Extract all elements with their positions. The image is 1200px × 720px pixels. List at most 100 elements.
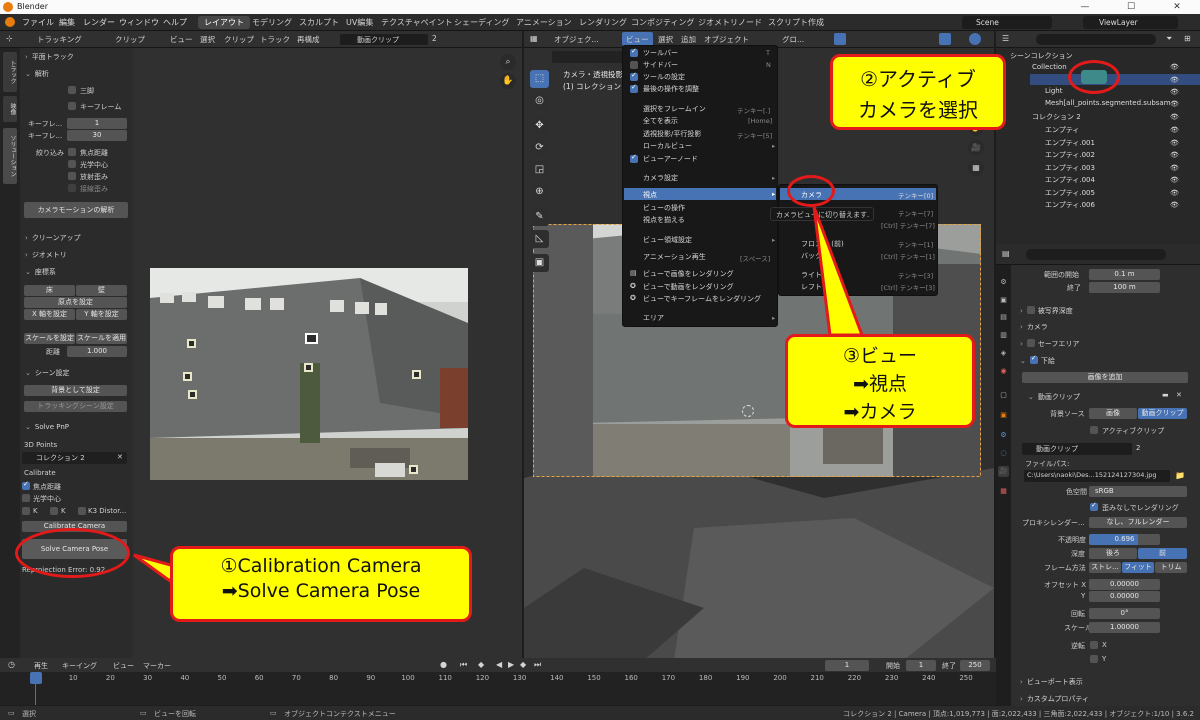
clip-selector[interactable]: 動画クリップ	[340, 34, 428, 45]
outliner-item[interactable]: エンプティ	[1045, 125, 1079, 135]
outliner-item[interactable]: Collection	[1032, 63, 1067, 71]
outliner-scene-collection[interactable]: シーンコレクション	[1010, 51, 1073, 61]
calibrate-focal-checkbox[interactable]	[22, 480, 30, 490]
remove-bg-icon[interactable]: ✕	[1176, 391, 1182, 399]
view-menu-adjust-last[interactable]: 最後の操作を調整	[643, 84, 699, 94]
rotate-tool-icon[interactable]: ⟳	[530, 139, 549, 157]
view-menu-camera-settings[interactable]: カメラ設定	[643, 173, 678, 183]
outliner-item[interactable]: コレクション 2	[1032, 112, 1081, 122]
keyframe-b-field[interactable]: 30	[67, 130, 127, 141]
menu-playback[interactable]: 再生	[34, 661, 48, 671]
visibility-eye-icon[interactable]: 👁	[1170, 126, 1179, 134]
refine-tangential-checkbox[interactable]	[68, 184, 76, 192]
depth-front-button[interactable]: 前	[1138, 548, 1187, 559]
texture-tab-icon[interactable]: ▦	[998, 486, 1009, 497]
shading-solid-icon[interactable]	[969, 33, 981, 45]
tab-track[interactable]: トラック	[3, 52, 17, 92]
object-mode-dropdown[interactable]: オブジェク...	[554, 34, 599, 45]
maximize-icon[interactable]: ☐	[1108, 0, 1154, 14]
visibility-eye-icon[interactable]: 👁	[1170, 139, 1179, 147]
folder-icon[interactable]: 📁	[1175, 471, 1185, 480]
view-menu-frame-all[interactable]: 全てを表示	[643, 116, 678, 126]
frame-crop-button[interactable]: トリム	[1155, 562, 1187, 573]
section-plane-track[interactable]: › 平面トラック	[25, 52, 74, 62]
clip-end-field[interactable]: 100 m	[1089, 282, 1160, 293]
tool-settings-checkbox[interactable]	[630, 71, 638, 81]
outliner-editor-icon[interactable]: ☰	[1002, 34, 1009, 43]
output-tab-icon[interactable]: ▤	[998, 312, 1009, 323]
frame-stretch-button[interactable]: ストレ...	[1089, 562, 1121, 573]
outliner-item[interactable]: Light	[1045, 87, 1062, 95]
section-viewport-display[interactable]: › ビューポート表示	[1020, 677, 1083, 687]
toolbar-checkbox[interactable]	[630, 47, 638, 57]
opacity-slider[interactable]: 0.696	[1089, 534, 1160, 545]
solve-camera-motion-button[interactable]: カメラモーションの解析	[24, 202, 128, 218]
tripod-checkbox[interactable]	[68, 86, 76, 94]
bg-source-movie[interactable]: 動画クリップ	[1138, 408, 1187, 419]
frame-fit-button[interactable]: フィット	[1122, 562, 1154, 573]
snap-icon[interactable]	[834, 33, 846, 45]
menu-add[interactable]: 追加	[681, 34, 696, 45]
view-menu-local-view[interactable]: ローカルビュー	[643, 141, 692, 151]
k3-checkbox[interactable]	[78, 507, 86, 515]
visibility-eye-icon[interactable]: 👁	[1170, 151, 1179, 159]
view-menu-render-animation[interactable]: ビューで動画をレンダリング	[643, 282, 734, 292]
filter-icon[interactable]: ⏷	[1166, 34, 1172, 44]
start-frame-field[interactable]: 1	[906, 660, 936, 671]
set-origin-button[interactable]: 原点を設定	[24, 297, 127, 308]
section-custom-properties[interactable]: › カスタムプロパティ	[1020, 694, 1089, 704]
tab-solve[interactable]: ソリューション	[3, 128, 17, 184]
tab-animation[interactable]: アニメーション	[510, 16, 578, 29]
menu-clip[interactable]: クリップ	[224, 34, 254, 45]
k1-checkbox[interactable]	[22, 507, 30, 515]
section-movie-clip[interactable]: ⌄ 動画クリップ	[1028, 392, 1080, 402]
set-scale-button[interactable]: スケールを設定	[24, 333, 75, 344]
menu-reconstruct[interactable]: 再構成	[297, 34, 320, 45]
select-box-tool-icon[interactable]: ⬚	[530, 70, 549, 88]
view-menu-toolbar[interactable]: ツールバー	[643, 48, 678, 58]
menu-view[interactable]: ビュー	[170, 34, 193, 45]
outliner-item[interactable]: エンプティ.006	[1045, 200, 1095, 210]
play-icon[interactable]: ▶	[508, 660, 514, 669]
properties-search[interactable]	[1026, 249, 1166, 260]
section-cleanup[interactable]: › クリーンアップ	[25, 233, 80, 243]
set-wall-button[interactable]: 壁	[76, 285, 127, 296]
minimize-icon[interactable]: —	[1062, 0, 1108, 14]
cursor-tool-icon[interactable]: ◎	[530, 92, 549, 110]
section-orientation[interactable]: ⌄ 座標系	[25, 267, 56, 277]
mode-dropdown[interactable]: トラッキング	[37, 34, 82, 45]
clear-collection-icon[interactable]: ✕	[117, 453, 123, 461]
tab-shading[interactable]: シェーディング	[448, 16, 515, 29]
add-image-button[interactable]: 画像を追加	[1022, 372, 1188, 383]
scale-tool-icon[interactable]: ◲	[530, 161, 549, 179]
tab-compositing[interactable]: コンポジティング	[625, 16, 701, 29]
track-marker[interactable]	[412, 370, 421, 379]
tab-sculpt[interactable]: スカルプト	[293, 16, 345, 29]
tab-footage[interactable]: 映像	[3, 96, 17, 122]
bg-clip-selector[interactable]: 動画クリップ	[1022, 443, 1132, 455]
tool-tab-icon[interactable]: ⚙	[998, 277, 1009, 288]
k2-checkbox[interactable]	[50, 507, 58, 515]
set-y-axis-button[interactable]: Y 軸を設定	[76, 309, 127, 320]
view-menu-render-image[interactable]: ビューで画像をレンダリング	[643, 269, 734, 279]
sidebar-checkbox[interactable]	[630, 61, 638, 69]
visibility-eye-icon[interactable]: 👁	[1170, 88, 1179, 96]
viewlayer-selector[interactable]: ViewLayer	[1083, 16, 1178, 29]
outliner-item[interactable]: エンプティ.005	[1045, 188, 1095, 198]
setup-tracking-scene-button[interactable]: トラッキングシーン設定	[24, 401, 127, 412]
view-menu-frame-selected[interactable]: 選択をフレームイン	[643, 104, 706, 114]
bg-source-image[interactable]: 画像	[1089, 408, 1137, 419]
move-tool-icon[interactable]: ✥	[530, 117, 549, 135]
scene-selector[interactable]: Scene	[962, 16, 1052, 29]
pan-hand-icon[interactable]: ✋	[500, 73, 516, 89]
play-reverse-icon[interactable]: ◀	[496, 660, 502, 669]
visibility-eye-icon[interactable]: 👁	[1170, 201, 1179, 209]
outliner-item[interactable]: Mesh[all_points.segmented.subsam	[1045, 99, 1171, 107]
properties-editor-icon[interactable]: ▤	[1002, 249, 1010, 258]
section-background-images[interactable]: ⌄下絵	[1020, 354, 1055, 366]
menu-window[interactable]: ウィンドウ	[119, 17, 159, 28]
overlay-icon[interactable]	[939, 33, 951, 45]
current-frame-field[interactable]: 1	[825, 660, 869, 671]
visibility-eye-icon[interactable]: 👁	[1170, 113, 1179, 121]
record-icon[interactable]: ●	[440, 660, 447, 669]
